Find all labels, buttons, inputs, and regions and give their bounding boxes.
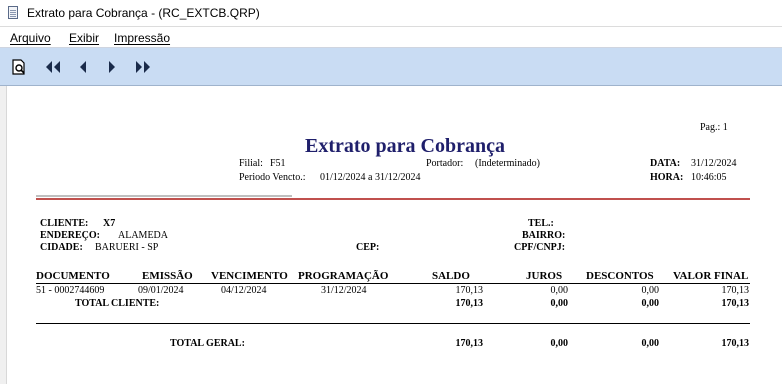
row-descontos: 0,00 xyxy=(641,285,660,296)
cidade-label: CIDADE: xyxy=(40,242,83,253)
hora-label: HORA: xyxy=(650,172,684,183)
header-separator xyxy=(36,198,750,200)
cliente-label: CLIENTE: xyxy=(40,218,89,229)
hora-value: 10:46:05 xyxy=(691,172,727,183)
total-cliente-juros: 0,00 xyxy=(550,298,569,309)
total-geral-juros: 0,00 xyxy=(550,338,569,349)
periodo-label: Periodo Vencto.: xyxy=(239,172,306,183)
preview-toolbar xyxy=(0,48,782,86)
row-juros: 0,00 xyxy=(550,285,569,296)
row-saldo: 170,13 xyxy=(455,285,484,296)
cpf-cnpj-label: CPF/CNPJ: xyxy=(514,242,566,253)
col-vencimento: VENCIMENTO xyxy=(211,270,288,282)
tel-label: TEL.: xyxy=(528,218,554,229)
col-documento: DOCUMENTO xyxy=(36,270,110,282)
total-cliente-saldo: 170,13 xyxy=(455,298,484,309)
col-juros: JUROS xyxy=(526,270,563,282)
row-programacao: 31/12/2024 xyxy=(321,285,367,296)
menu-arquivo[interactable]: Arquivo xyxy=(10,31,51,45)
menu-bar: Arquivo Exibir Impressão xyxy=(0,26,782,48)
filial-label: Filial: xyxy=(239,158,263,169)
col-emissao: EMISSÃO xyxy=(142,270,193,282)
last-page-button[interactable] xyxy=(132,58,154,76)
page-number: Pag.: 1 xyxy=(700,122,728,133)
report-title: Extrato para Cobrança xyxy=(305,135,505,157)
row-valor-final: 170,13 xyxy=(721,285,750,296)
col-valor-final: VALOR FINAL xyxy=(673,270,749,282)
total-geral-saldo: 170,13 xyxy=(455,338,484,349)
first-page-button[interactable] xyxy=(44,58,64,76)
col-programacao: PROGRAMAÇÃO xyxy=(298,270,389,282)
preview-zoom-button[interactable] xyxy=(10,58,28,76)
endereco-value: ALAMEDA xyxy=(118,230,168,241)
data-value: 31/12/2024 xyxy=(691,158,737,169)
viewer-left-edge xyxy=(0,86,7,384)
column-header-line xyxy=(36,283,750,284)
row-documento: 51 - 0002744609 xyxy=(36,285,105,296)
portador-label: Portador: xyxy=(426,158,464,169)
total-separator xyxy=(36,323,750,324)
window-title: Extrato para Cobrança - (RC_EXTCB.QRP) xyxy=(27,6,260,20)
total-cliente-descontos: 0,00 xyxy=(641,298,660,309)
col-descontos: DESCONTOS xyxy=(586,270,654,282)
total-geral-label: TOTAL GERAL: xyxy=(170,338,245,349)
next-page-icon xyxy=(109,61,115,73)
total-cliente-valor-final: 170,13 xyxy=(721,298,750,309)
row-emissao: 09/01/2024 xyxy=(138,285,184,296)
total-geral-valor-final: 170,13 xyxy=(721,338,750,349)
endereco-label: ENDEREÇO: xyxy=(40,230,101,241)
report-viewer[interactable]: Pag.: 1 Extrato para Cobrança Filial: F5… xyxy=(0,86,782,384)
next-page-button[interactable] xyxy=(106,58,118,76)
data-label: DATA: xyxy=(650,158,681,169)
first-page-icon xyxy=(46,61,60,73)
menu-exibir[interactable]: Exibir xyxy=(69,31,99,45)
cep-label: CEP: xyxy=(356,242,380,253)
total-cliente-label: TOTAL CLIENTE: xyxy=(75,298,160,309)
previous-page-icon xyxy=(80,61,86,73)
row-vencimento: 04/12/2024 xyxy=(221,285,267,296)
portador-value: (Indeterminado) xyxy=(475,158,540,169)
cliente-value: X7 xyxy=(103,218,116,229)
bairro-label: BAIRRO: xyxy=(522,230,566,241)
total-geral-descontos: 0,00 xyxy=(641,338,660,349)
filial-value: F51 xyxy=(270,158,286,169)
last-page-icon xyxy=(136,61,150,73)
cidade-value: BARUERI - SP xyxy=(95,242,159,253)
periodo-value: 01/12/2024 a 31/12/2024 xyxy=(320,172,421,183)
document-icon xyxy=(8,6,18,19)
menu-impressao[interactable]: Impressão xyxy=(114,31,170,45)
previous-page-button[interactable] xyxy=(77,58,89,76)
col-saldo: SALDO xyxy=(432,270,470,282)
preview-zoom-icon xyxy=(12,59,25,75)
window-titlebar: Extrato para Cobrança - (RC_EXTCB.QRP) xyxy=(0,0,782,26)
header-shadow-line xyxy=(36,195,292,197)
